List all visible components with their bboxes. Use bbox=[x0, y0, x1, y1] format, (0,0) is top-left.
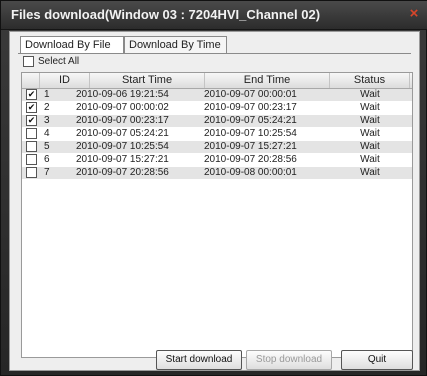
select-all-checkbox[interactable]: Select All bbox=[23, 56, 79, 70]
quit-button[interactable]: Quit bbox=[341, 350, 413, 370]
table-row[interactable]: 6 2010-09-07 15:27:21 2010-09-07 20:28:56 W… bbox=[22, 154, 412, 166]
row-end-time: 2010-09-07 00:00:01 bbox=[204, 89, 297, 100]
dialog-body: Download By File Download By Time Select… bbox=[9, 31, 420, 371]
row-status: Wait bbox=[360, 115, 380, 126]
tab-download-by-time[interactable]: Download By Time bbox=[124, 36, 227, 53]
window-title: Files download(Window 03 : 7204HVI_Chann… bbox=[11, 7, 321, 22]
table-header: ID Start Time End Time Status bbox=[22, 73, 412, 89]
row-status: Wait bbox=[360, 89, 380, 100]
row-start-time: 2010-09-07 20:28:56 bbox=[76, 167, 169, 178]
header-checkbox bbox=[22, 73, 40, 88]
table-row[interactable]: ✔ 2 2010-09-07 00:00:02 2010-09-07 00:23:17… bbox=[22, 102, 412, 114]
select-all-box[interactable] bbox=[23, 56, 34, 67]
title-bar[interactable]: Files download(Window 03 : 7204HVI_Chann… bbox=[1, 1, 427, 30]
row-id: 2 bbox=[44, 102, 50, 113]
header-start-time[interactable]: Start Time bbox=[90, 73, 205, 88]
row-status: Wait bbox=[360, 102, 380, 113]
row-checkbox[interactable] bbox=[26, 141, 37, 152]
close-icon[interactable]: × bbox=[405, 5, 423, 23]
select-all-label: Select All bbox=[38, 56, 80, 67]
row-start-time: 2010-09-07 15:27:21 bbox=[76, 154, 169, 165]
row-start-time: 2010-09-07 00:00:02 bbox=[76, 102, 169, 113]
start-download-button[interactable]: Start download bbox=[156, 350, 242, 370]
table-row[interactable]: 4 2010-09-07 05:24:21 2010-09-07 10:25:54 W… bbox=[22, 128, 412, 140]
row-id: 7 bbox=[44, 167, 50, 178]
tab-divider bbox=[18, 53, 411, 54]
row-id: 4 bbox=[44, 128, 50, 139]
row-start-time: 2010-09-06 19:21:54 bbox=[76, 89, 169, 100]
row-end-time: 2010-09-08 00:00:01 bbox=[204, 167, 297, 178]
row-checkbox[interactable] bbox=[26, 167, 37, 178]
row-end-time: 2010-09-07 10:25:54 bbox=[204, 128, 297, 139]
row-end-time: 2010-09-07 15:27:21 bbox=[204, 141, 297, 152]
row-end-time: 2010-09-07 05:24:21 bbox=[204, 115, 297, 126]
row-id: 1 bbox=[44, 89, 50, 100]
row-checkbox[interactable]: ✔ bbox=[26, 115, 37, 126]
row-start-time: 2010-09-07 10:25:54 bbox=[76, 141, 169, 152]
row-id: 5 bbox=[44, 141, 50, 152]
files-download-window: Files download(Window 03 : 7204HVI_Chann… bbox=[0, 0, 427, 376]
file-table: ID Start Time End Time Status ✔ 1 2010-09-… bbox=[21, 72, 413, 358]
table-row[interactable]: ✔ 3 2010-09-07 00:23:17 2010-09-07 05:24:21… bbox=[22, 115, 412, 127]
header-id[interactable]: ID bbox=[40, 73, 90, 88]
header-status[interactable]: Status bbox=[330, 73, 410, 88]
row-start-time: 2010-09-07 05:24:21 bbox=[76, 128, 169, 139]
row-end-time: 2010-09-07 20:28:56 bbox=[204, 154, 297, 165]
header-end-time[interactable]: End Time bbox=[205, 73, 330, 88]
row-start-time: 2010-09-07 00:23:17 bbox=[76, 115, 169, 126]
row-checkbox[interactable] bbox=[26, 154, 37, 165]
stop-download-button[interactable]: Stop download bbox=[246, 350, 332, 370]
row-checkbox[interactable] bbox=[26, 128, 37, 139]
table-row[interactable]: 5 2010-09-07 10:25:54 2010-09-07 15:27:21 W… bbox=[22, 141, 412, 153]
row-checkbox[interactable]: ✔ bbox=[26, 89, 37, 100]
row-status: Wait bbox=[360, 128, 380, 139]
row-status: Wait bbox=[360, 167, 380, 178]
row-id: 6 bbox=[44, 154, 50, 165]
row-status: Wait bbox=[360, 154, 380, 165]
row-status: Wait bbox=[360, 141, 380, 152]
row-checkbox[interactable]: ✔ bbox=[26, 102, 37, 113]
table-row[interactable]: ✔ 1 2010-09-06 19:21:54 2010-09-07 00:00:01… bbox=[22, 89, 412, 101]
row-end-time: 2010-09-07 00:23:17 bbox=[204, 102, 297, 113]
row-id: 3 bbox=[44, 115, 50, 126]
table-row[interactable]: 7 2010-09-07 20:28:56 2010-09-08 00:00:01 W… bbox=[22, 167, 412, 179]
table-body: ✔ 1 2010-09-06 19:21:54 2010-09-07 00:00:01… bbox=[22, 89, 412, 180]
tab-download-by-file[interactable]: Download By File bbox=[20, 36, 124, 54]
